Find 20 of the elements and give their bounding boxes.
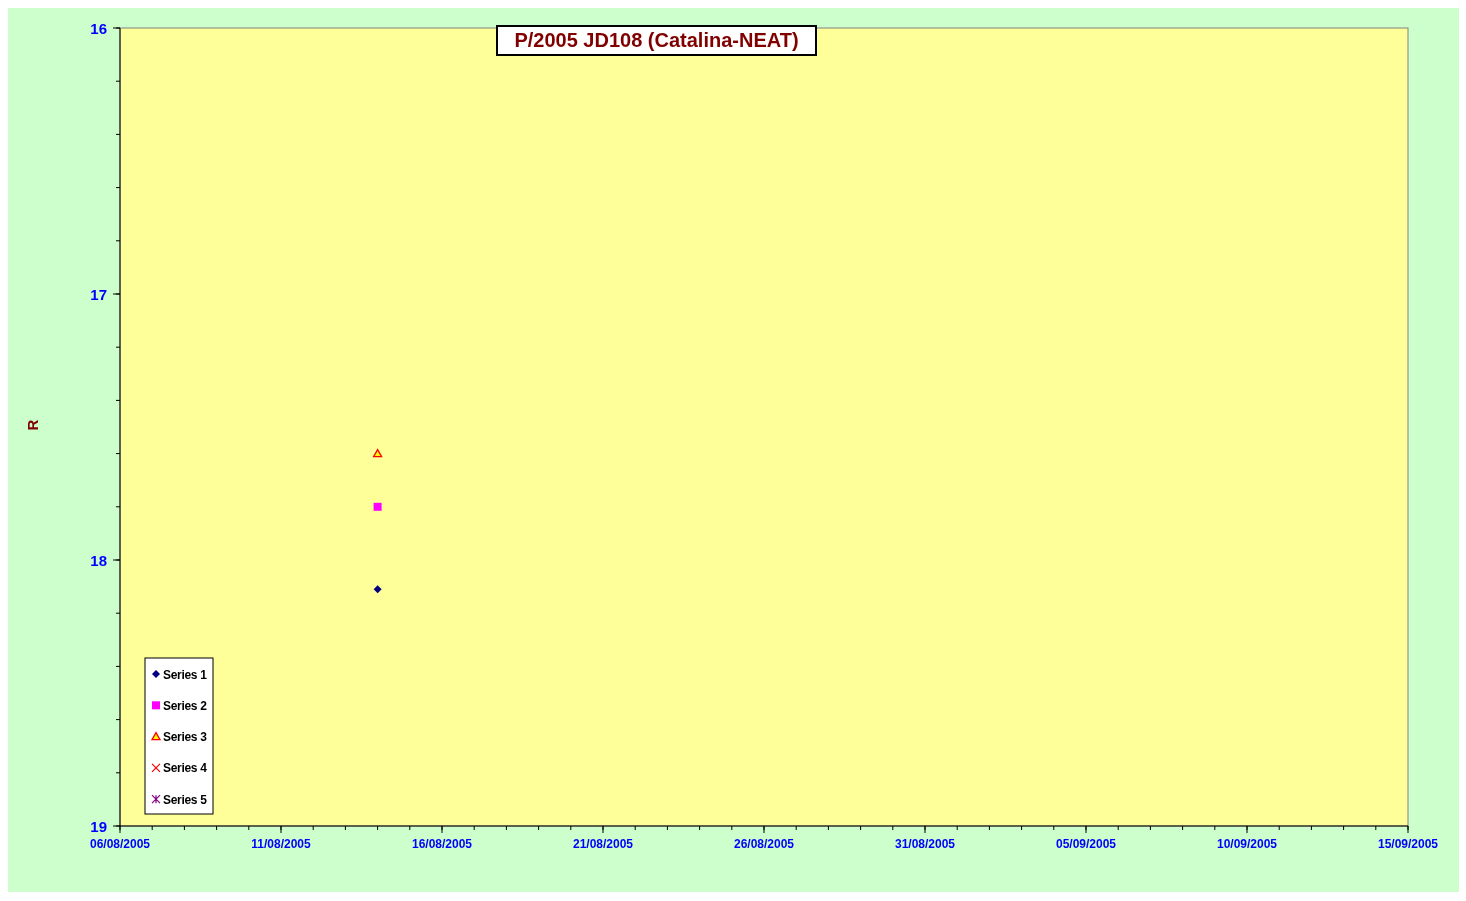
y-tick-label: 17 (90, 286, 107, 303)
legend-label: Series 5 (163, 792, 207, 807)
legend-label: Series 2 (163, 698, 207, 713)
x-tick-label: 15/09/2005 (1377, 837, 1439, 851)
x-tick-label: 11/08/2005 (251, 837, 311, 851)
y-axis-title: R (24, 419, 41, 431)
x-tick-label: 05/09/2005 (1055, 837, 1117, 851)
legend-label: Series 4 (163, 761, 207, 776)
x-tick-label: 21/08/2005 (572, 837, 634, 851)
x-tick-label: 10/09/2005 (1216, 837, 1278, 851)
legend-label: Series 1 (163, 667, 207, 682)
legend-label: Series 3 (163, 730, 207, 745)
x-tick-label: 16/08/2005 (411, 837, 473, 851)
x-tick-label: 26/08/2005 (733, 837, 795, 851)
y-tick-label: 18 (90, 552, 107, 569)
x-tick-label: 06/08/2005 (89, 837, 151, 851)
y-tick-label: 16 (90, 20, 107, 37)
x-tick-label: 31/08/2005 (894, 837, 956, 851)
chart-title: P/2005 JD108 (Catalina-NEAT) (496, 25, 817, 56)
y-tick-label: 19 (90, 818, 107, 835)
